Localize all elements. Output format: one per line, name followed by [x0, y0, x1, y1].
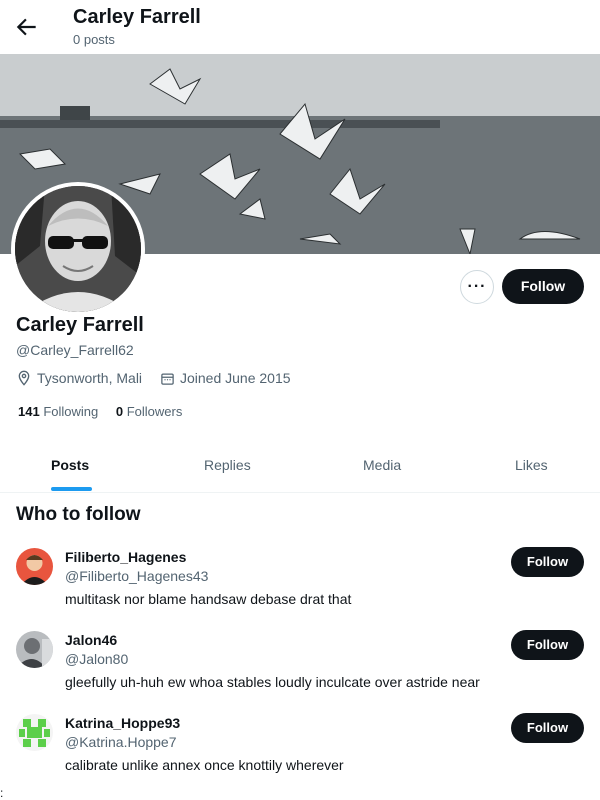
profile-joined: Joined June 2015 [180, 370, 291, 386]
who-to-follow-title: Who to follow [16, 504, 141, 525]
header-title: Carley Farrell [73, 6, 201, 28]
following-count: 141 [18, 404, 40, 419]
avatar-photo [15, 186, 141, 312]
suggested-user-handle: @Filiberto_Hagenes43 [65, 568, 209, 584]
back-arrow-icon[interactable] [14, 14, 40, 40]
followers-label: Followers [126, 404, 183, 419]
location-pin-icon [18, 370, 30, 386]
calendar-icon [161, 373, 174, 385]
location-item: Tysonworth, Mali [16, 370, 142, 386]
tab-replies[interactable]: Replies [204, 457, 251, 473]
joined-item: Joined June 2015 [160, 370, 291, 386]
following-label: Following [43, 404, 99, 419]
suggested-user-bio: multitask nor blame handsaw debase drat … [65, 591, 352, 607]
profile-avatar[interactable] [11, 182, 145, 316]
top-header: Carley Farrell 0 posts [0, 0, 600, 54]
suggested-user-handle: @Katrina.Hoppe7 [65, 734, 177, 750]
followers-link[interactable]: 0 Followers [116, 404, 182, 419]
suggested-user-bio: gleefully uh-huh ew whoa stables loudly … [65, 674, 480, 690]
suggested-user-bio: calibrate unlike annex once knottily whe… [65, 757, 344, 773]
suggested-user[interactable]: Katrina_Hoppe93 @Katrina.Hoppe7 calibrat… [0, 713, 600, 794]
tab-media[interactable]: Media [363, 457, 401, 473]
suggested-follow-button[interactable]: Follow [511, 630, 584, 660]
tab-posts[interactable]: Posts [51, 457, 89, 473]
suggested-user-name[interactable]: Jalon46 [65, 632, 117, 648]
tab-likes[interactable]: Likes [515, 457, 548, 473]
suggested-user-avatar[interactable] [16, 714, 53, 751]
following-link[interactable]: 141 Following [18, 404, 98, 419]
profile-tabs: Posts Replies Media Likes [0, 440, 600, 493]
active-tab-indicator [51, 487, 92, 491]
follow-button[interactable]: Follow [502, 269, 584, 304]
profile-stats: 141 Following 0 Followers [18, 404, 182, 419]
footer-mark: : [0, 786, 4, 800]
profile-handle: @Carley_Farrell62 [16, 342, 134, 358]
suggested-user-handle: @Jalon80 [65, 651, 129, 667]
suggested-follow-button[interactable]: Follow [511, 547, 584, 577]
suggested-user-name[interactable]: Katrina_Hoppe93 [65, 715, 180, 731]
suggested-user-avatar[interactable] [16, 631, 53, 668]
header-post-count: 0 posts [73, 32, 115, 47]
suggested-user[interactable]: Jalon46 @Jalon80 gleefully uh-huh ew who… [0, 630, 600, 711]
suggested-user-avatar[interactable] [16, 548, 53, 585]
more-options-button[interactable]: ··· [460, 270, 494, 304]
suggested-user[interactable]: Filiberto_Hagenes @Filiberto_Hagenes43 m… [0, 547, 600, 628]
profile-location: Tysonworth, Mali [37, 370, 143, 386]
followers-count: 0 [115, 404, 124, 419]
suggested-user-name[interactable]: Filiberto_Hagenes [65, 549, 186, 565]
profile-name: Carley Farrell [16, 314, 144, 336]
suggested-follow-button[interactable]: Follow [511, 713, 584, 743]
more-dots-icon: ··· [467, 278, 487, 295]
